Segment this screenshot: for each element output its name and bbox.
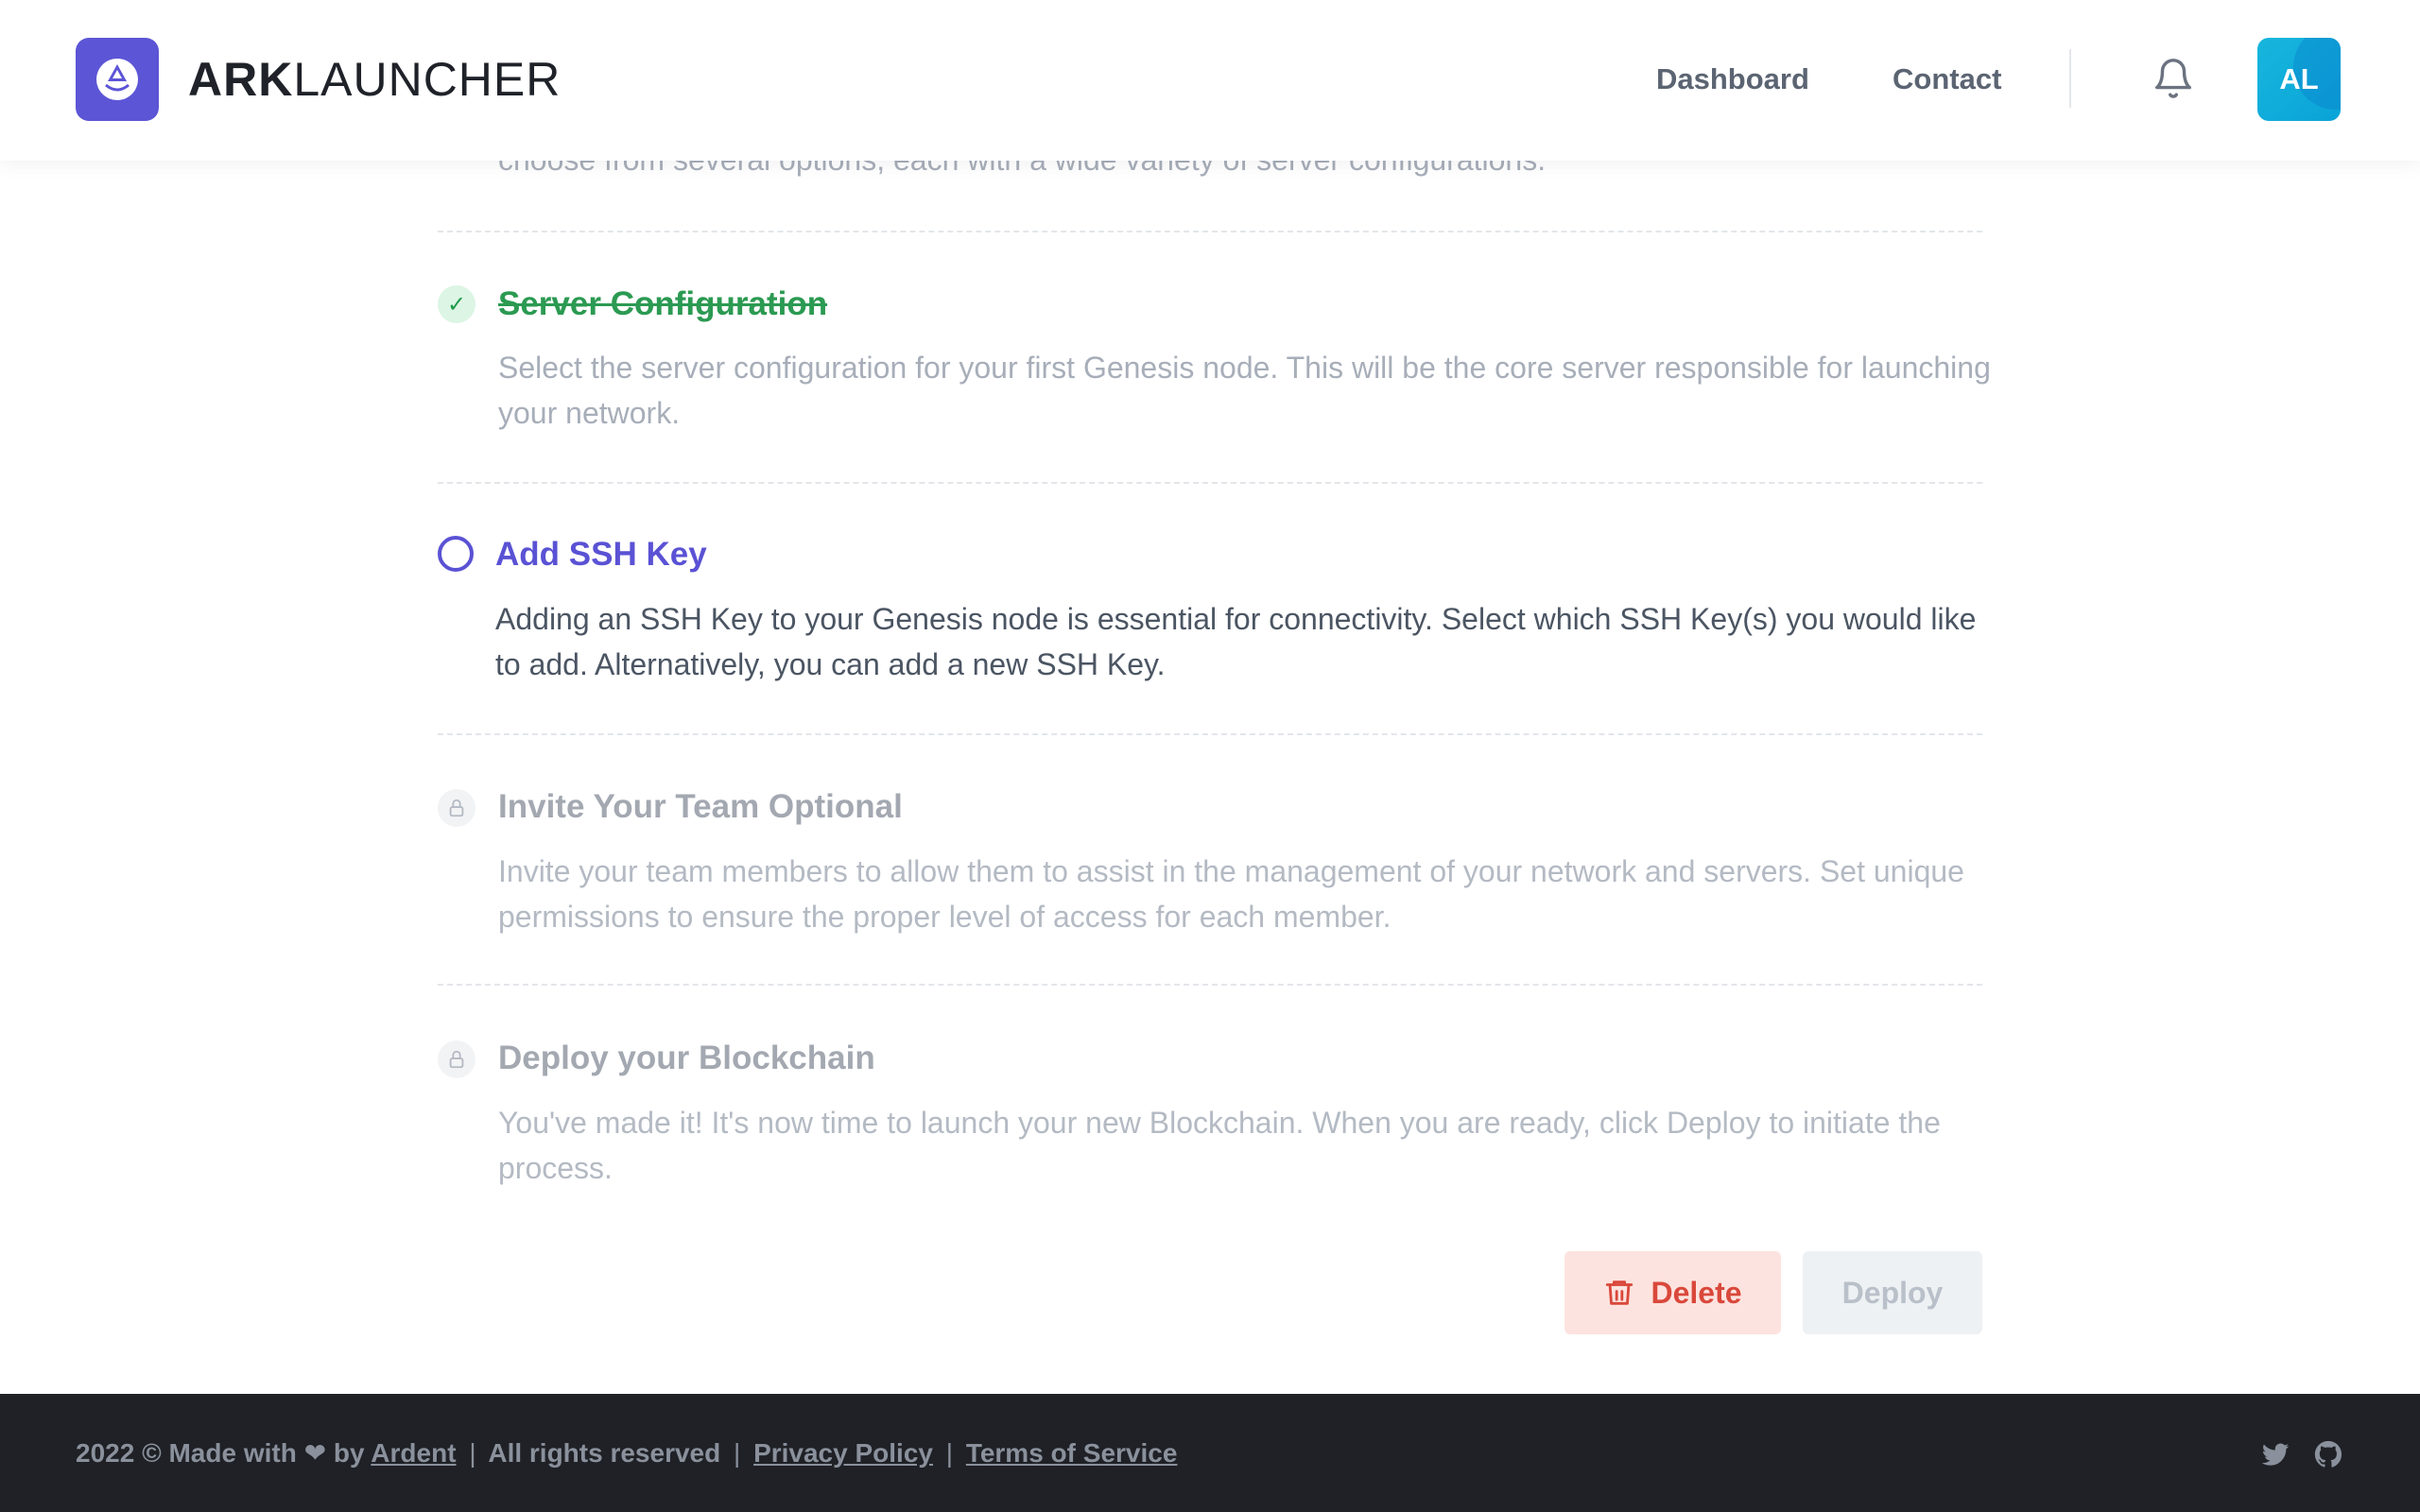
footer-by: by bbox=[333, 1438, 365, 1468]
brand-name-light: LAUNCHER bbox=[293, 53, 562, 106]
deploy-button[interactable]: Deploy bbox=[1803, 1251, 1982, 1334]
lock-icon bbox=[438, 1040, 475, 1078]
avatar-initials: AL bbox=[2279, 62, 2319, 95]
privacy-policy-link[interactable]: Privacy Policy bbox=[753, 1438, 933, 1468]
user-avatar[interactable]: AL bbox=[2257, 38, 2341, 121]
step-title-add-ssh-key[interactable]: Add SSH Key bbox=[495, 532, 707, 577]
step-divider bbox=[438, 231, 1982, 232]
footer-separator: | bbox=[734, 1438, 741, 1468]
step-title-server-configuration[interactable]: Server Configuration bbox=[498, 282, 827, 327]
nav-contact-link[interactable]: Contact bbox=[1893, 59, 2001, 100]
footer-text: 2022 © Made with ❤ by Ardent | All right… bbox=[76, 1433, 1177, 1474]
step-title-invite-your-team: Invite Your Team Optional bbox=[498, 788, 903, 825]
step-description-invite-your-team: Invite your team members to allow them t… bbox=[498, 854, 1964, 934]
nav-divider bbox=[2069, 49, 2071, 108]
bell-icon[interactable] bbox=[2152, 57, 2195, 100]
terms-of-service-link[interactable]: Terms of Service bbox=[966, 1438, 1178, 1468]
footer-copyright: 2022 © Made with bbox=[76, 1438, 297, 1468]
footer-separator: | bbox=[945, 1438, 954, 1468]
step-divider bbox=[438, 984, 1982, 986]
step-divider bbox=[438, 733, 1982, 735]
ark-logo-icon[interactable] bbox=[76, 38, 159, 121]
step-title-deploy-your-blockchain: Deploy your Blockchain bbox=[498, 1040, 875, 1076]
delete-button-label: Delete bbox=[1651, 1275, 1742, 1310]
check-icon: ✓ bbox=[438, 285, 475, 323]
top-navbar: ARKLAUNCHER Dashboard Contact AL bbox=[0, 0, 2420, 161]
step-description-server-configuration: Select the server configuration for your… bbox=[498, 351, 1991, 430]
lock-icon bbox=[438, 789, 475, 827]
step-divider bbox=[438, 482, 1982, 484]
brand-name-bold: ARK bbox=[188, 53, 294, 106]
delete-button[interactable]: Delete bbox=[1564, 1251, 1781, 1334]
twitter-icon[interactable] bbox=[2259, 1438, 2291, 1470]
circle-icon bbox=[438, 536, 474, 572]
author-link[interactable]: Ardent bbox=[371, 1438, 456, 1468]
footer-separator: | bbox=[469, 1438, 476, 1468]
heart-icon: ❤ bbox=[303, 1438, 327, 1468]
footer-rights: All rights reserved bbox=[488, 1438, 721, 1468]
trash-icon bbox=[1603, 1277, 1635, 1309]
step-description-add-ssh-key: Adding an SSH Key to your Genesis node i… bbox=[495, 602, 1977, 681]
nav-dashboard-link[interactable]: Dashboard bbox=[1656, 59, 1809, 100]
step-description-deploy-your-blockchain: You've made it! It's now time to launch … bbox=[498, 1106, 1941, 1185]
github-icon[interactable] bbox=[2312, 1438, 2344, 1470]
brand-name[interactable]: ARKLAUNCHER bbox=[188, 53, 561, 106]
